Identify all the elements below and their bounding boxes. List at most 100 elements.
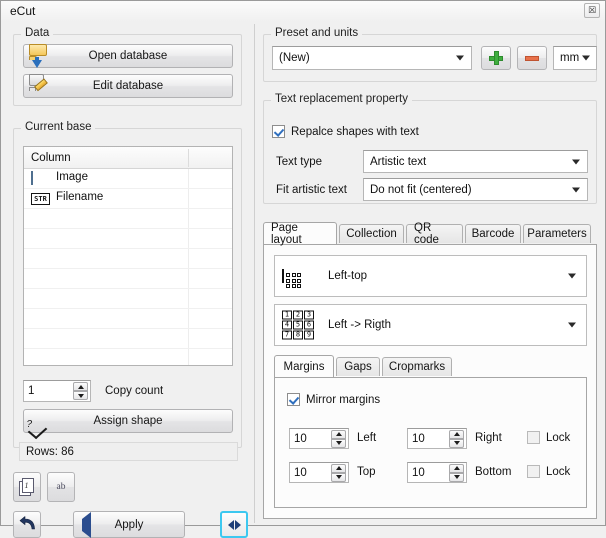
list-item-label: Image: [56, 171, 88, 183]
text-replacement-title: Text replacement property: [271, 93, 412, 105]
stepper-down-icon[interactable]: [449, 438, 464, 448]
tab-parameters[interactable]: Parameters: [523, 224, 591, 243]
open-database-label: Open database: [88, 50, 168, 62]
mirror-margins-checkbox-row[interactable]: Mirror margins: [287, 393, 380, 406]
list-item-empty[interactable]: [24, 309, 232, 329]
copy-count-input[interactable]: 1: [23, 380, 91, 402]
margin-top-input[interactable]: 10: [289, 462, 349, 483]
assign-shape-button[interactable]: ? Assign shape: [23, 409, 233, 440]
fit-artistic-text-select[interactable]: Do not fit (centered): [363, 178, 588, 201]
text-type-value: Artistic text: [370, 155, 427, 168]
rows-status-bar: Rows: 86: [19, 442, 238, 461]
text-type-select[interactable]: Artistic text: [363, 150, 588, 173]
panes: Data Open database Edit database Current…: [1, 22, 605, 538]
units-select[interactable]: mm: [553, 46, 597, 70]
list-item-empty[interactable]: [24, 289, 232, 309]
tab-barcode[interactable]: Barcode: [465, 224, 521, 243]
column-header-column[interactable]: Column: [24, 147, 189, 168]
undo-arrow-icon: [19, 515, 36, 534]
fill-order-value: Left -> Rigth: [328, 319, 391, 331]
title-bar: eCut ☒: [1, 1, 605, 22]
text-tool-button[interactable]: ab: [47, 472, 75, 502]
stepper-up-icon[interactable]: [331, 463, 346, 473]
margin-left-label: Left: [357, 432, 377, 444]
lock-horizontal-checkbox-row[interactable]: Lock: [527, 431, 570, 444]
current-base-title: Current base: [21, 121, 96, 133]
margin-bottom-value: 10: [412, 466, 425, 479]
margin-left-value: 10: [294, 432, 307, 445]
window-title: eCut: [10, 4, 36, 18]
replace-shapes-checkbox[interactable]: [272, 125, 285, 138]
remove-preset-button[interactable]: [517, 46, 547, 70]
ecut-dialog: eCut ☒ Data Open database Edit database …: [0, 0, 606, 538]
tab-collection[interactable]: Collection: [339, 224, 404, 243]
chevron-down-icon: [568, 273, 576, 279]
stepper-up-icon[interactable]: [73, 382, 88, 391]
preset-units-title: Preset and units: [271, 27, 363, 39]
subtab-label: Gaps: [344, 361, 372, 373]
margin-left-input[interactable]: 10: [289, 428, 349, 449]
margin-left-stepper[interactable]: [331, 429, 346, 448]
stepper-up-icon[interactable]: [331, 429, 346, 439]
lock-vertical-checkbox-row[interactable]: Lock: [527, 465, 570, 478]
list-item-empty[interactable]: [24, 229, 232, 249]
add-preset-button[interactable]: [481, 46, 511, 70]
subtab-margins[interactable]: Margins: [274, 355, 334, 377]
column-list[interactable]: Column Image STR Filename: [23, 146, 233, 366]
units-value: mm: [560, 52, 580, 64]
string-type-icon: STR: [31, 193, 50, 205]
undo-button[interactable]: [13, 511, 41, 538]
grid-order-icon: 1 2 3 4 5 6 7 8 9: [282, 310, 314, 340]
tab-page-layout[interactable]: Page layout: [263, 222, 337, 246]
margin-top-value: 10: [294, 466, 307, 479]
stepper-up-icon[interactable]: [449, 429, 464, 439]
tab-label: Parameters: [527, 228, 587, 240]
stepper-down-icon[interactable]: [73, 391, 88, 400]
list-item-empty[interactable]: [24, 349, 232, 365]
stepper-down-icon[interactable]: [449, 472, 464, 482]
left-right-arrows-icon: [227, 519, 241, 530]
apply-button[interactable]: Apply: [73, 511, 185, 538]
margin-right-value: 10: [412, 432, 425, 445]
margins-panel: Mirror margins 10 Left 10 Right Lock 10 …: [274, 377, 587, 508]
margin-bottom-input[interactable]: 10: [407, 462, 467, 483]
list-item-empty[interactable]: [24, 249, 232, 269]
mirror-margins-checkbox[interactable]: [287, 393, 300, 406]
tab-label: Barcode: [471, 228, 515, 240]
list-item-empty[interactable]: [24, 329, 232, 349]
edit-database-button[interactable]: Edit database: [23, 74, 233, 98]
image-icon: [31, 171, 33, 185]
expand-collapse-button[interactable]: [220, 511, 248, 538]
page-number-button[interactable]: 1: [13, 472, 41, 502]
subtab-gaps[interactable]: Gaps: [336, 357, 380, 376]
tab-qr-code[interactable]: QR code: [406, 222, 463, 246]
start-corner-select[interactable]: Left-top: [274, 255, 587, 297]
preset-select[interactable]: (New): [272, 46, 472, 70]
copy-count-stepper[interactable]: [73, 382, 88, 400]
stepper-down-icon[interactable]: [331, 472, 346, 482]
stepper-up-icon[interactable]: [449, 463, 464, 473]
list-item[interactable]: STR Filename: [24, 189, 232, 209]
list-item-empty[interactable]: [24, 269, 232, 289]
margin-right-input[interactable]: 10: [407, 428, 467, 449]
subtab-cropmarks[interactable]: Cropmarks: [382, 357, 452, 376]
fill-order-select[interactable]: 1 2 3 4 5 6 7 8 9 Left -> Rigth: [274, 304, 587, 346]
stepper-down-icon[interactable]: [331, 438, 346, 448]
right-panel: Preset and units (New) mm Text replaceme…: [255, 22, 605, 525]
lock-horizontal-checkbox[interactable]: [527, 431, 540, 444]
grid-start-corner-icon: [282, 269, 301, 288]
subtab-label: Margins: [283, 360, 325, 373]
replace-shapes-checkbox-row[interactable]: Repalce shapes with text: [272, 125, 419, 138]
margin-right-stepper[interactable]: [449, 429, 464, 448]
margins-tabstrip: Margins Gaps Cropmarks: [274, 355, 587, 377]
margin-top-stepper[interactable]: [331, 463, 346, 482]
margin-bottom-label: Bottom: [475, 466, 512, 478]
margin-bottom-stepper[interactable]: [449, 463, 464, 482]
close-button[interactable]: ☒: [584, 3, 600, 18]
lock-horizontal-label: Lock: [546, 431, 571, 444]
list-item[interactable]: Image: [24, 169, 232, 189]
open-database-button[interactable]: Open database: [23, 44, 233, 68]
list-item-empty[interactable]: [24, 209, 232, 229]
data-group-title: Data: [21, 27, 54, 39]
lock-vertical-checkbox[interactable]: [527, 465, 540, 478]
